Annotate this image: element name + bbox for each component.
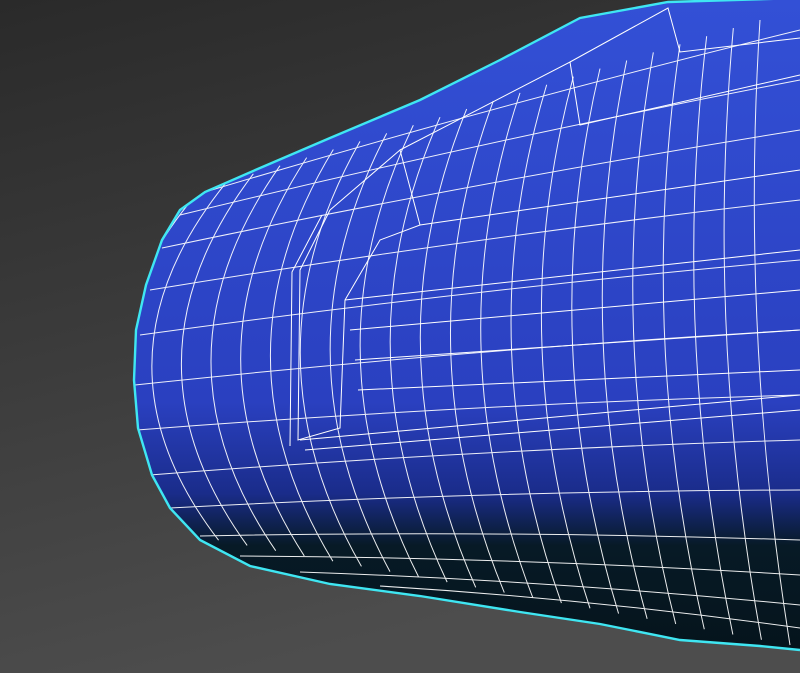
viewport-canvas[interactable] xyxy=(0,0,800,673)
3d-viewport[interactable] xyxy=(0,0,800,673)
